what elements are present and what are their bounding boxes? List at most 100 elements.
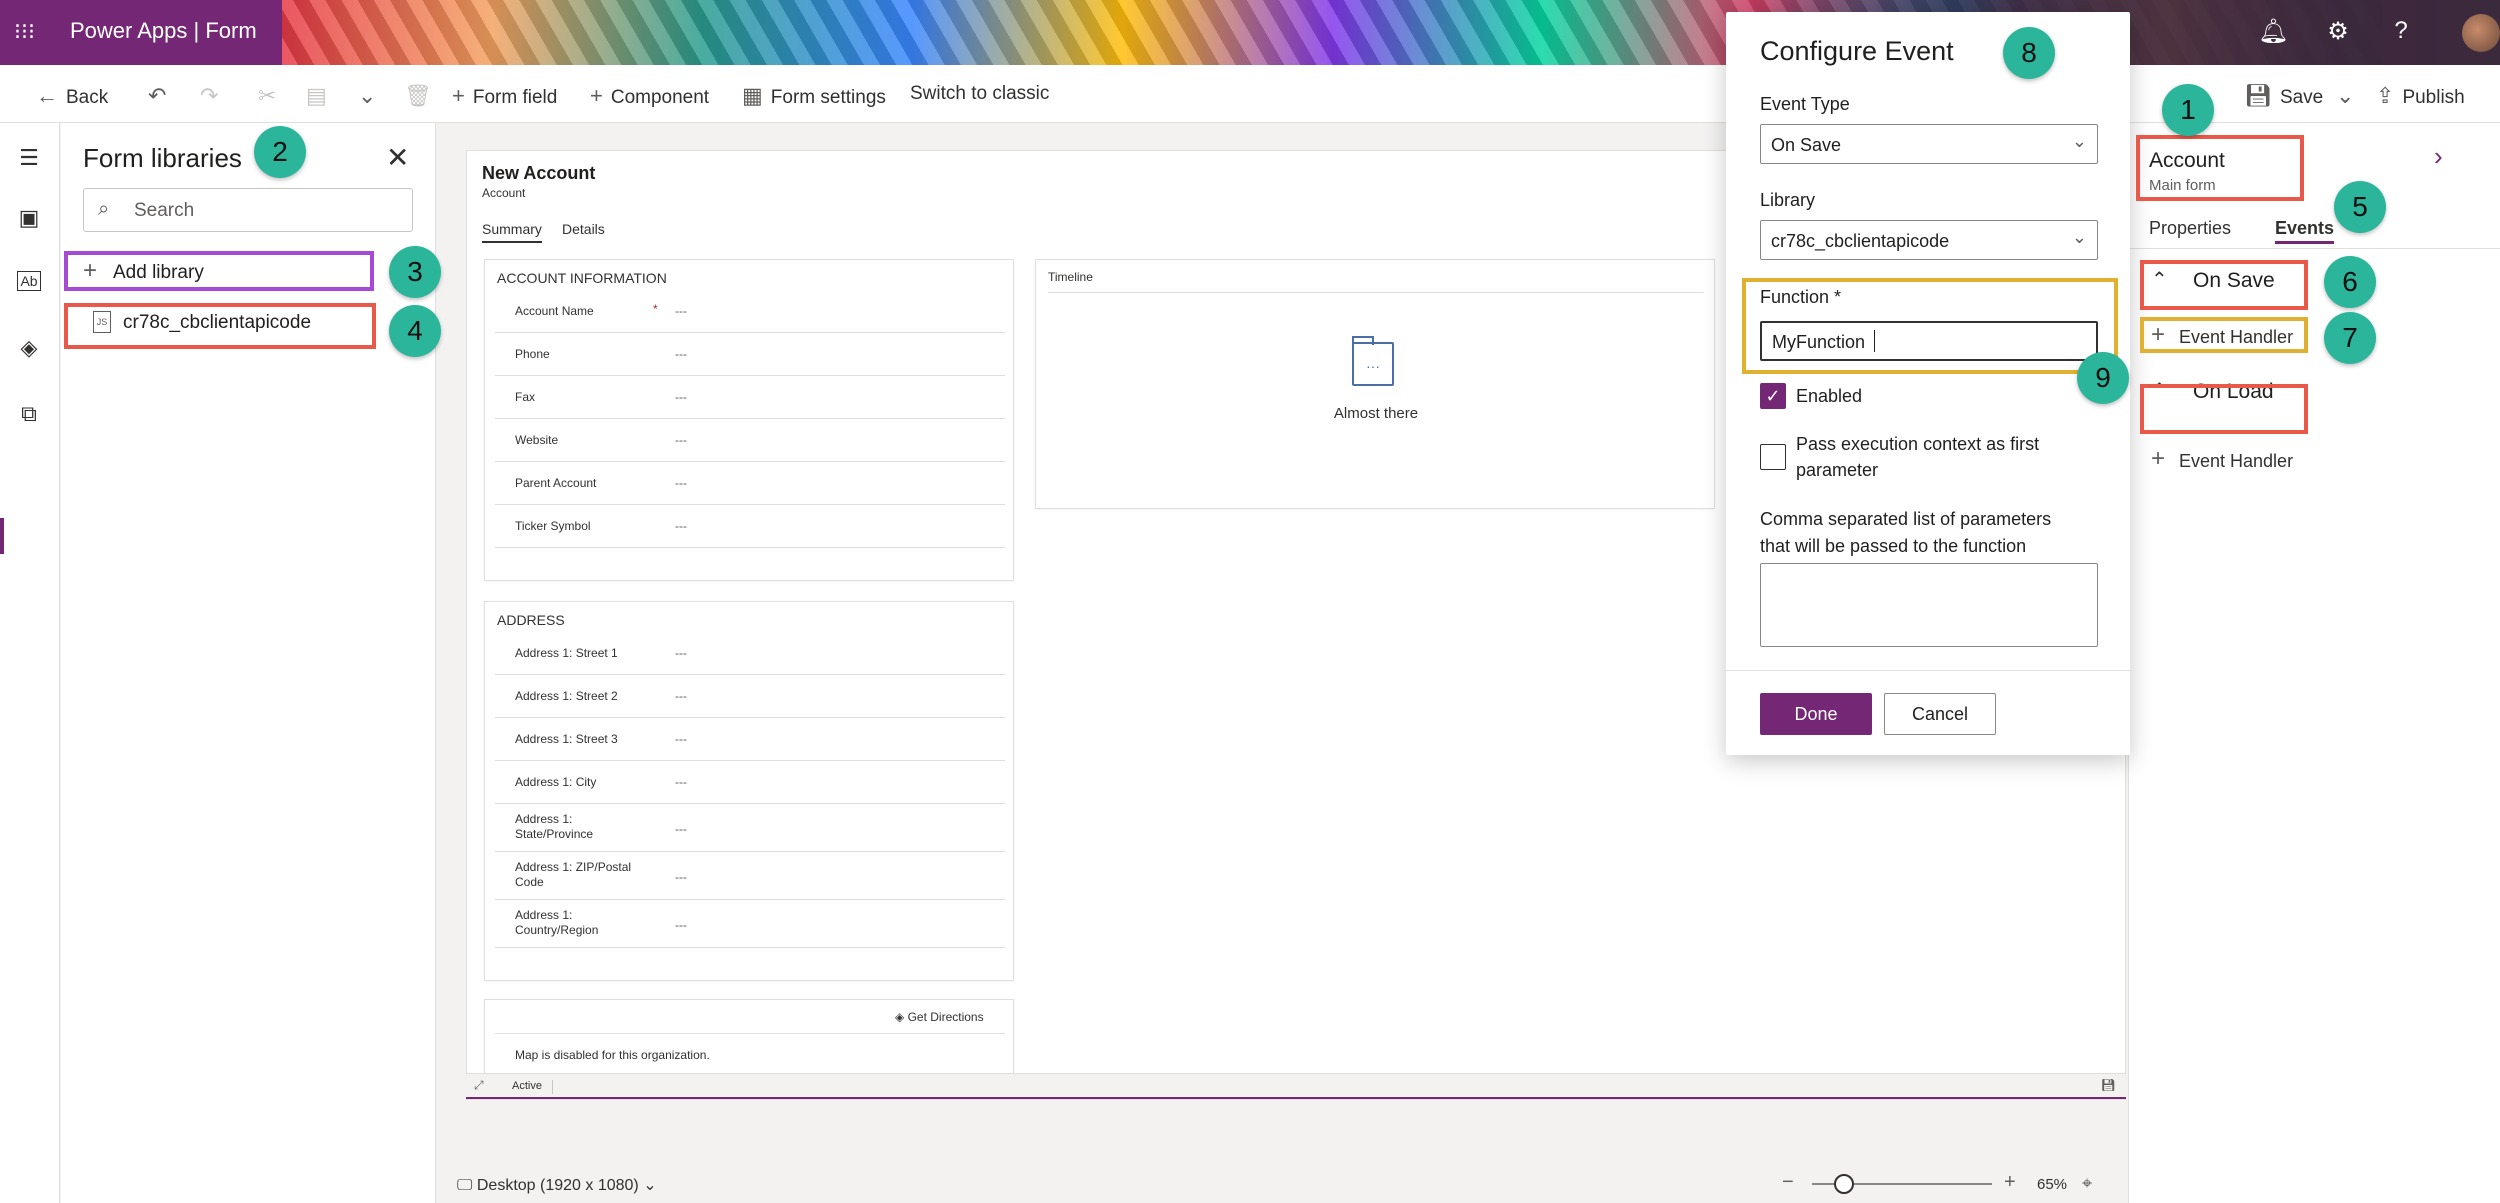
component-button[interactable]: + Component — [590, 83, 709, 109]
directions-icon: ◈ — [895, 1010, 908, 1024]
library-item[interactable]: JS cr78c_cbclientapicode — [65, 303, 435, 343]
cancel-button[interactable]: Cancel — [1884, 693, 1996, 735]
configure-event-dialog: Configure Event Event Type On Save ⌄ Lib… — [1726, 12, 2130, 755]
avatar[interactable] — [2462, 14, 2500, 52]
chevron-down-icon: ⌄ — [638, 1177, 657, 1194]
field-phone[interactable]: Phone --- — [495, 333, 1005, 376]
field-ticker-symbol[interactable]: Ticker Symbol --- — [495, 505, 1005, 548]
app-title: Power Apps | Form — [70, 18, 257, 43]
panel-title: Form libraries — [83, 143, 242, 173]
section-title: ADDRESS — [497, 612, 565, 628]
cut-button[interactable]: ✂ — [258, 83, 284, 109]
help-icon[interactable]: ? — [2386, 17, 2416, 45]
get-directions-link[interactable]: ◈ Get Directions — [895, 1010, 984, 1024]
callout-badge-7: 7 — [2324, 312, 2376, 364]
tab-events[interactable]: Events — [2275, 218, 2335, 244]
field-street-2[interactable]: Address 1: Street 2 --- — [495, 675, 1005, 718]
map-disabled-text: Map is disabled for this organization. — [515, 1048, 710, 1062]
field-parent-account[interactable]: Parent Account --- — [495, 462, 1005, 505]
save-options-dropdown[interactable]: ⌄ — [2336, 83, 2362, 109]
delete-button[interactable]: 🗑︎ — [404, 83, 440, 109]
paste-icon: ▤ — [306, 83, 327, 108]
redo-button[interactable]: ↷ — [200, 83, 226, 109]
tab-summary[interactable]: Summary — [482, 221, 542, 243]
params-label: Comma separated list of parameters that … — [1760, 509, 2052, 556]
close-icon[interactable]: ✕ — [386, 141, 409, 174]
device-selector[interactable]: 🖵︎ Desktop (1920 x 1080) ⌄ — [457, 1175, 657, 1195]
text-field-icon[interactable]: Ab — [17, 271, 41, 291]
field-account-name[interactable]: Account Name * --- — [495, 290, 1005, 333]
chevron-right-icon[interactable]: › — [2434, 141, 2443, 172]
library-search-input[interactable]: ⌕ Search — [83, 188, 413, 232]
map-section[interactable]: ◈ Get Directions Map is disabled for thi… — [484, 999, 1014, 1079]
left-nav-rail: ☰ ▣ Ab ◈ ⧉ — [0, 123, 60, 1203]
field-zip-postal[interactable]: Address 1: ZIP/Postal Code --- — [495, 852, 1005, 900]
chevron-down-icon: ⌄ — [358, 83, 377, 108]
tab-details[interactable]: Details — [562, 221, 605, 237]
plus-icon: + — [2151, 321, 2166, 348]
form-settings-button[interactable]: ▦ Form settings — [742, 83, 886, 109]
pass-context-checkbox[interactable] — [1760, 444, 1786, 470]
switch-to-classic-button[interactable]: Switch to classic — [910, 83, 1049, 105]
function-input[interactable]: MyFunction — [1760, 321, 2098, 361]
done-button[interactable]: Done — [1760, 693, 1872, 735]
components-icon[interactable]: ▣ — [14, 205, 44, 235]
account-information-section[interactable]: ACCOUNT INFORMATION Account Name * --- P… — [484, 259, 1014, 581]
undo-button[interactable]: ↶ — [148, 83, 174, 109]
address-section[interactable]: ADDRESS Address 1: Street 1 --- Address … — [484, 601, 1014, 981]
params-textarea[interactable] — [1760, 563, 2098, 647]
form-title: New Account — [482, 163, 596, 183]
publish-icon: ⇪ — [2376, 83, 2395, 108]
save-icon: 💾︎ — [2244, 83, 2272, 108]
add-event-handler-button[interactable]: + Event Handler — [2149, 445, 2329, 475]
library-select[interactable]: cr78c_cbclientapicode ⌄ — [1760, 220, 2098, 260]
field-street-1[interactable]: Address 1: Street 1 --- — [495, 632, 1005, 675]
hamburger-menu-icon[interactable]: ☰ — [14, 145, 44, 175]
more-dropdown[interactable]: ⌄ — [358, 83, 384, 109]
paste-button[interactable]: ▤ — [306, 83, 335, 109]
form-libraries-panel: Form libraries ✕ ⌕ Search + Add library … — [61, 123, 436, 1203]
field-city[interactable]: Address 1: City --- — [495, 761, 1005, 804]
redo-icon: ↷ — [200, 83, 219, 108]
library-label: Library — [1760, 190, 1816, 210]
timeline-section[interactable]: Timeline ··· Almost there — [1035, 259, 1715, 509]
field-street-3[interactable]: Address 1: Street 3 --- — [495, 718, 1005, 761]
fit-to-screen-icon[interactable]: ⌖ — [2082, 1173, 2092, 1194]
active-indicator — [0, 518, 4, 554]
settings-doc-icon: ▦ — [742, 83, 763, 108]
callout-badge-6: 6 — [2324, 256, 2376, 308]
event-group-on-load[interactable]: ⌃ On Load — [2149, 376, 2309, 408]
zoom-in-button[interactable]: + — [2004, 1171, 2016, 1194]
publish-button[interactable]: ⇪ Publish — [2376, 83, 2465, 109]
expand-icon[interactable]: ⤢ — [474, 1078, 484, 1093]
text-caret — [1874, 330, 1875, 352]
dialog-title: Configure Event — [1760, 36, 1954, 66]
field-country-region[interactable]: Address 1: Country/Region --- — [495, 900, 1005, 948]
notifications-icon[interactable]: 🔔︎ — [2258, 17, 2288, 46]
layers-icon[interactable]: ◈ — [14, 335, 44, 365]
timeline-title: Timeline — [1048, 270, 1093, 284]
field-website[interactable]: Website --- — [495, 419, 1005, 462]
field-state-province[interactable]: Address 1: State/Province --- — [495, 804, 1005, 852]
plus-icon: + — [452, 83, 465, 108]
settings-gear-icon[interactable]: ⚙ — [2323, 17, 2353, 46]
add-event-handler-button[interactable]: + Event Handler — [2149, 321, 2329, 351]
zoom-out-button[interactable]: − — [1782, 1171, 1794, 1194]
app-launcher-icon[interactable]: ⁝⁝⁝ — [14, 20, 38, 44]
back-button[interactable]: ← Back — [36, 83, 108, 109]
zoom-slider-thumb[interactable] — [1834, 1174, 1854, 1194]
callout-badge-2: 2 — [254, 126, 306, 178]
add-library-button[interactable]: + Add library — [65, 253, 435, 293]
tab-properties[interactable]: Properties — [2149, 218, 2231, 239]
save-status-icon: 💾︎ — [2100, 1078, 2116, 1092]
form-field-button[interactable]: + Form field — [452, 83, 557, 109]
save-button[interactable]: 💾︎ Save — [2244, 83, 2323, 109]
callout-badge-3: 3 — [389, 246, 441, 298]
enabled-checkbox[interactable]: ✓ — [1760, 383, 1786, 409]
event-type-select[interactable]: On Save ⌄ — [1760, 124, 2098, 164]
event-group-on-save[interactable]: ⌃ On Save — [2149, 265, 2309, 297]
chevron-up-icon: ⌃ — [2151, 269, 2168, 291]
plus-icon: + — [590, 83, 603, 108]
field-fax[interactable]: Fax --- — [495, 376, 1005, 419]
form-libraries-icon[interactable]: ⧉ — [14, 401, 44, 431]
